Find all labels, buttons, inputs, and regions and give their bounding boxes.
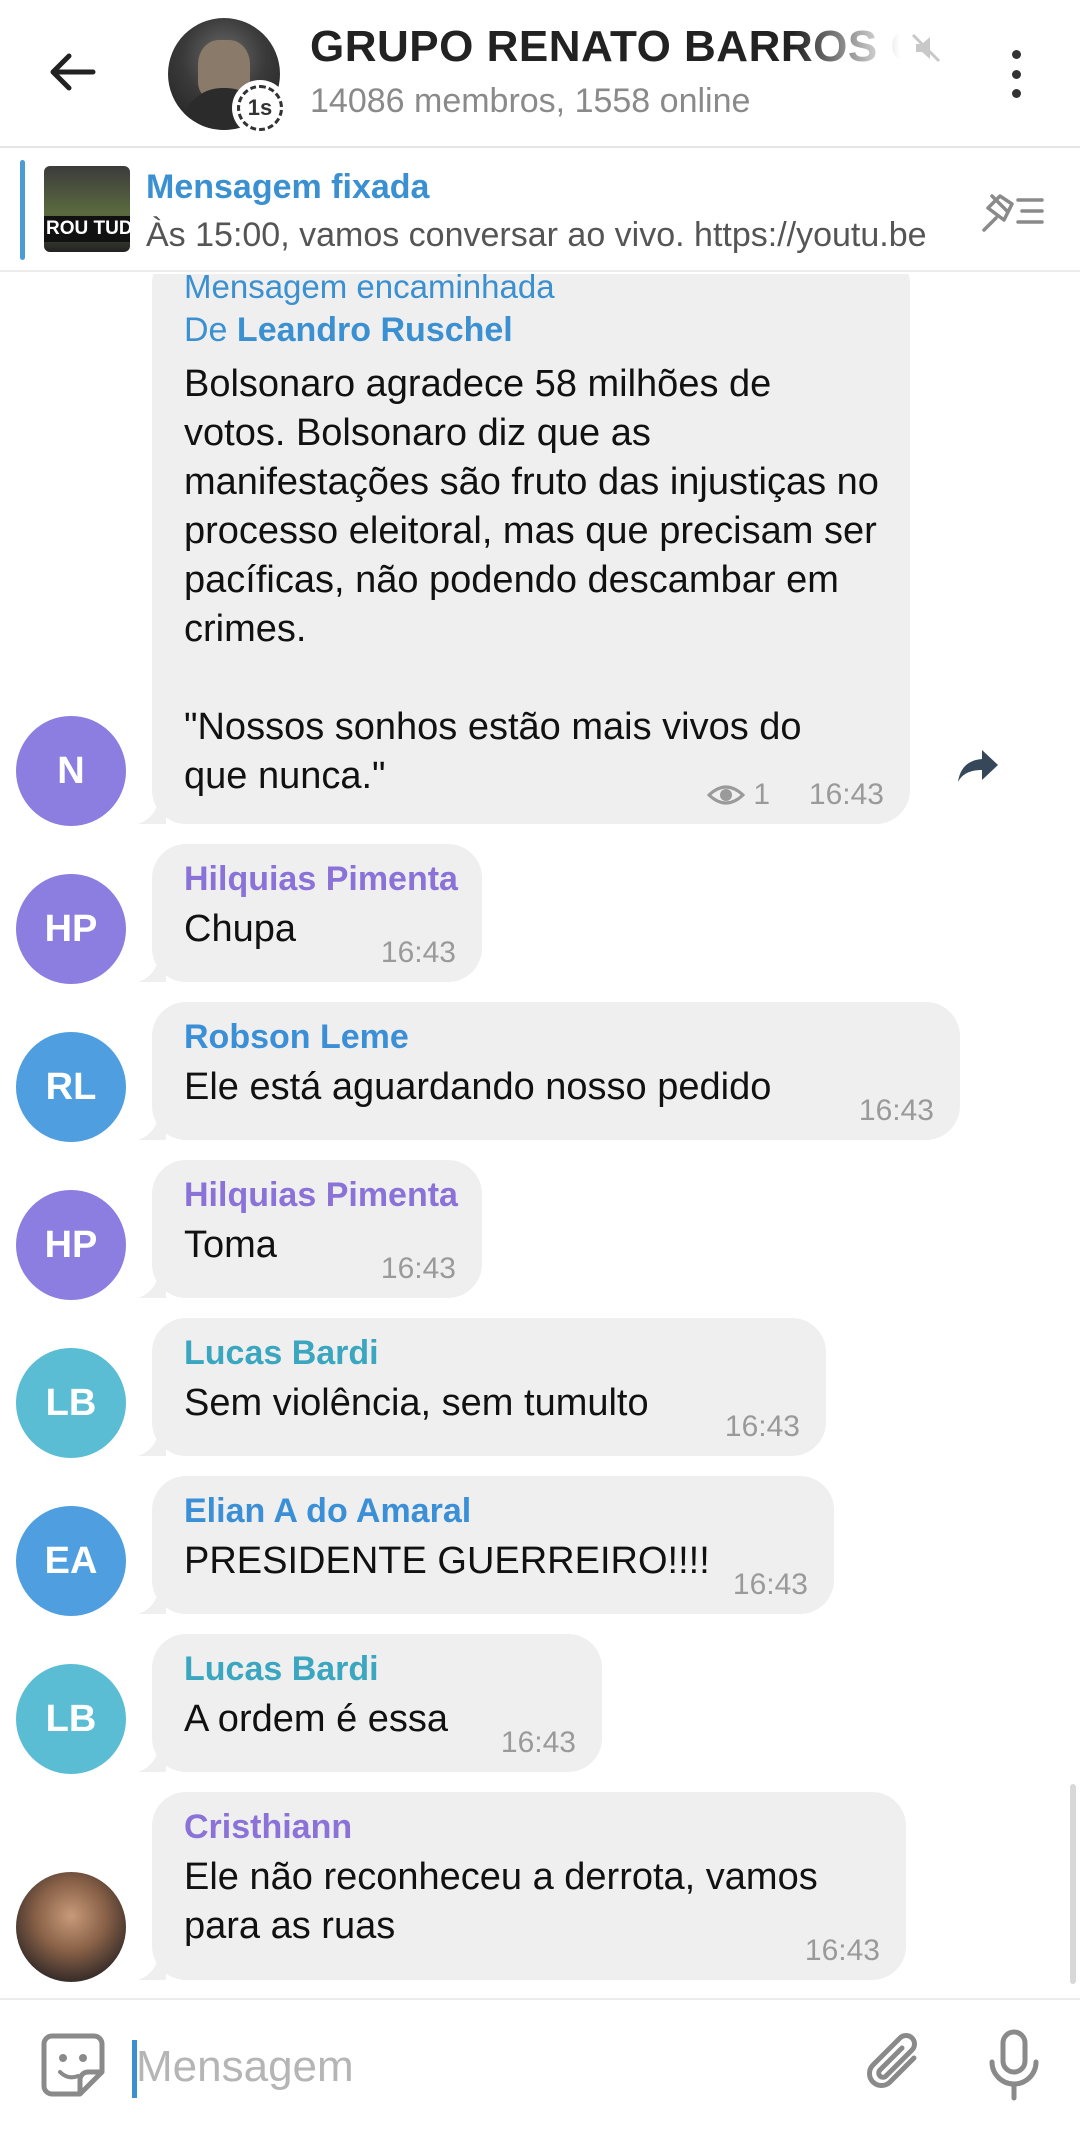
- pinned-list-icon[interactable]: [978, 186, 1048, 236]
- auto-delete-timer-badge: 1s: [232, 80, 288, 136]
- back-arrow-icon: [50, 53, 96, 91]
- message-bubble[interactable]: Elian A do Amaral PRESIDENTE GUERREIRO!!…: [152, 1476, 834, 1614]
- timer-badge-label: 1s: [237, 85, 283, 131]
- sender-avatar[interactable]: LB: [16, 1664, 126, 1774]
- more-vert-dot: [1011, 89, 1021, 98]
- sender-avatar-photo[interactable]: [16, 1872, 126, 1982]
- pinned-title: Mensagem fixada: [146, 168, 430, 206]
- message-bubble[interactable]: Mensagem encaminhada De Leandro Ruschel …: [152, 274, 910, 824]
- message-bubble[interactable]: Cristhiann Ele não reconheceu a derrota,…: [152, 1792, 906, 1980]
- sticker-icon: [41, 2033, 105, 2097]
- message-time: 16:43: [380, 1252, 456, 1285]
- view-count: 1: [707, 778, 770, 812]
- message-input-bar: [0, 1998, 1080, 2131]
- message-bubble[interactable]: Lucas Bardi Sem violência, sem tumulto 1…: [152, 1318, 826, 1456]
- paperclip-icon: [867, 2033, 917, 2088]
- forwarded-from: De Leandro Ruschel: [184, 308, 880, 352]
- sender-avatar[interactable]: RL: [16, 1032, 126, 1142]
- pinned-thumbnail: ROU TUD: [44, 166, 130, 252]
- pinned-message-bar[interactable]: ROU TUD Mensagem fixada Às 15:00, vamos …: [0, 150, 1080, 272]
- chat-header: 1s GRUPO RENATO BARROS Q 14086 membros, …: [0, 0, 1080, 148]
- sticker-button[interactable]: [38, 2030, 108, 2100]
- message-sender[interactable]: Lucas Bardi: [184, 1334, 796, 1373]
- message-text-quote: "Nossos sonhos estão mais vivos do que n…: [184, 706, 802, 797]
- message-sender[interactable]: Hilquias Pimenta: [184, 860, 458, 899]
- forwarded-from-name[interactable]: Leandro Ruschel: [237, 311, 513, 349]
- eye-icon: [707, 785, 746, 805]
- message-time: 16:43: [500, 1726, 576, 1759]
- message-bubble[interactable]: Hilquias Pimenta Toma 16:43: [152, 1160, 482, 1298]
- back-button[interactable]: [36, 36, 108, 108]
- message-time: 16:43: [380, 936, 456, 969]
- message-time: 16:43: [808, 778, 884, 811]
- message-sender[interactable]: Elian A do Amaral: [184, 1492, 804, 1531]
- message-list[interactable]: Mensagem encaminhada De Leandro Ruschel …: [0, 274, 1080, 1998]
- pinned-text: Às 15:00, vamos conversar ao vivo. https…: [146, 216, 927, 254]
- view-count-value: 1: [753, 778, 770, 811]
- sender-avatar[interactable]: LB: [16, 1348, 126, 1458]
- message-sender[interactable]: Lucas Bardi: [184, 1650, 572, 1689]
- share-arrow-icon: [958, 750, 998, 782]
- attach-button[interactable]: [862, 2030, 932, 2102]
- group-member-count: 14086 membros, 1558 online: [310, 82, 751, 120]
- mute-icon: [911, 33, 941, 63]
- sender-avatar[interactable]: HP: [16, 874, 126, 984]
- group-title[interactable]: GRUPO RENATO BARROS Q: [310, 22, 900, 78]
- pinned-thumbnail-caption: ROU TUD: [44, 216, 130, 242]
- sender-avatar[interactable]: HP: [16, 1190, 126, 1300]
- scrollbar[interactable]: [1070, 1784, 1076, 1984]
- message-text: Sem violência, sem tumulto: [184, 1382, 649, 1424]
- message-sender[interactable]: Hilquias Pimenta: [184, 1176, 458, 1215]
- microphone-button[interactable]: [984, 2028, 1044, 2104]
- message-bubble[interactable]: Lucas Bardi A ordem é essa 16:43: [152, 1634, 602, 1772]
- message-sender[interactable]: Robson Leme: [184, 1018, 930, 1057]
- message-text: Ele não reconheceu a derrota, vamos para…: [184, 1856, 818, 1947]
- microphone-icon: [989, 2029, 1039, 2101]
- message-time: 16:43: [858, 1094, 934, 1127]
- more-vert-dot: [1011, 69, 1021, 79]
- message-time: 16:43: [732, 1568, 808, 1601]
- message-input[interactable]: [136, 2034, 836, 2100]
- message-bubble[interactable]: Robson Leme Ele está aguardando nosso pe…: [152, 1002, 960, 1140]
- message-text: Ele está aguardando nosso pedido: [184, 1066, 772, 1108]
- sender-avatar[interactable]: EA: [16, 1506, 126, 1616]
- more-vert-icon: [1011, 50, 1021, 59]
- message-time: 16:43: [724, 1410, 800, 1443]
- message-time: 16:43: [804, 1934, 880, 1967]
- share-button[interactable]: [948, 736, 1008, 796]
- more-options-button[interactable]: [990, 40, 1042, 108]
- message-text: Bolsonaro agradece 58 milhões de votos. …: [184, 363, 879, 650]
- forwarded-from-prefix: De: [184, 311, 237, 349]
- message-sender[interactable]: Cristhiann: [184, 1808, 876, 1847]
- message-bubble[interactable]: Hilquias Pimenta Chupa 16:43: [152, 844, 482, 982]
- pinned-indicator: [20, 160, 25, 260]
- forwarded-label: Mensagem encaminhada: [184, 274, 555, 305]
- sender-avatar[interactable]: N: [16, 716, 126, 826]
- message-text: PRESIDENTE GUERREIRO!!!!: [184, 1540, 710, 1582]
